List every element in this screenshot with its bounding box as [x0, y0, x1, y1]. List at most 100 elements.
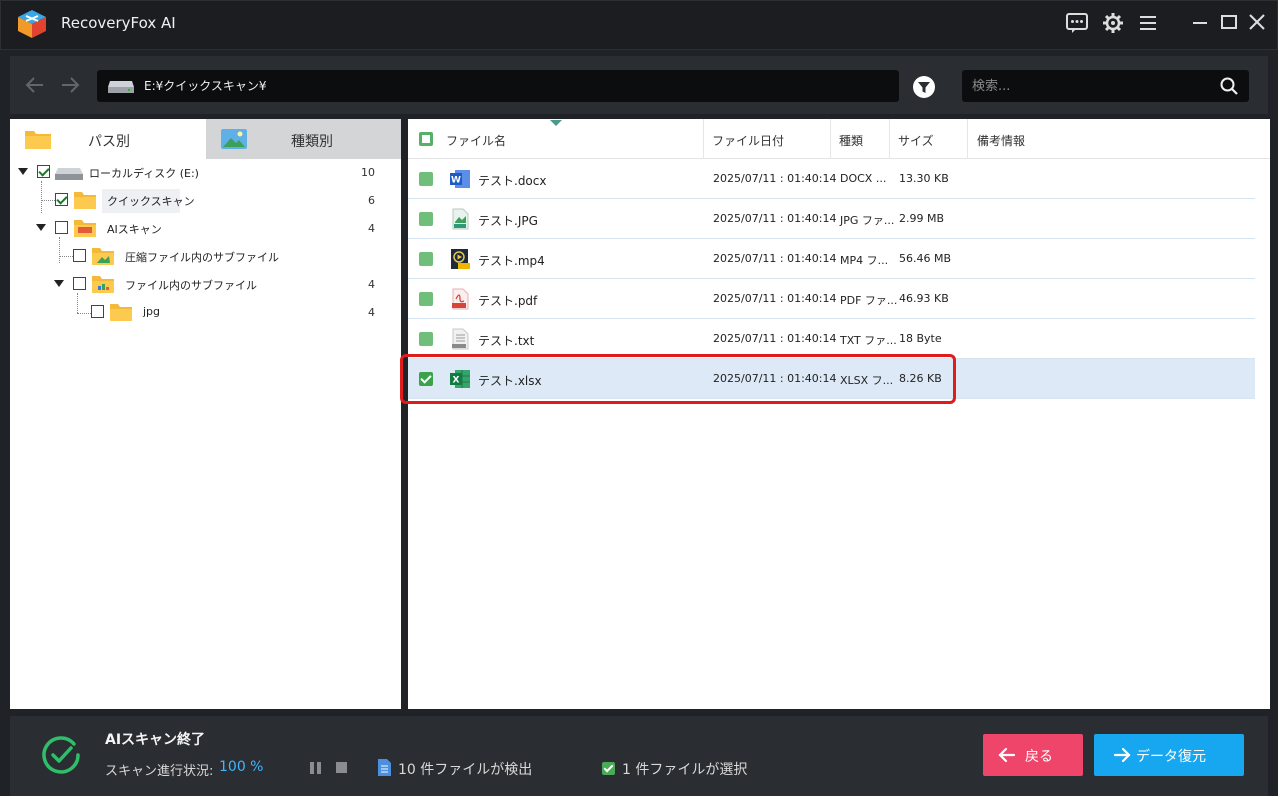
file-type: MP4 フ... [840, 254, 889, 267]
checkbox[interactable] [55, 193, 68, 206]
col-note[interactable]: 備考情報 [977, 132, 1025, 149]
expand-caret-icon[interactable] [18, 168, 28, 175]
stop-icon[interactable] [336, 762, 347, 773]
table-row[interactable]: テスト.pdf 2025/07/11 : 01:40:14 PDF ファ... … [408, 279, 1255, 319]
tree-item-jpg[interactable]: jpg 4 [10, 300, 401, 324]
search-input[interactable] [972, 76, 1212, 96]
svg-text:W: W [451, 176, 461, 186]
feedback-icon[interactable] [1064, 10, 1090, 36]
file-date: 2025/07/11 : 01:40:14 [713, 252, 837, 265]
search-box[interactable] [962, 70, 1249, 102]
file-name: テスト.mp4 [478, 254, 545, 268]
file-type: JPG ファ... [840, 214, 895, 227]
forward-arrow-icon[interactable] [57, 72, 83, 98]
file-size: 8.26 KB [899, 372, 942, 385]
tab-by-type[interactable]: 種類別 [206, 119, 401, 159]
file-date: 2025/07/11 : 01:40:14 [713, 172, 837, 185]
file-size: 13.30 KB [899, 172, 949, 185]
selected-count: 1 件ファイルが選択 [622, 762, 748, 778]
txt-icon [452, 328, 469, 350]
tree-label: ファイル内のサブファイル [125, 279, 257, 292]
checkbox[interactable] [73, 249, 86, 262]
file-list-panel: ファイル名 ファイル日付 種類 サイズ 備考情報 W テスト.docx 2025… [408, 119, 1270, 709]
checkbox[interactable] [55, 221, 68, 234]
file-type: PDF ファ... [840, 294, 898, 307]
row-checkbox[interactable] [419, 292, 433, 306]
left-panel: パス別 種類別 ローカルディスク (E:) 10 クイックスキャン 6 AIスキ… [10, 119, 401, 709]
col-date[interactable]: ファイル日付 [712, 132, 784, 149]
menu-icon[interactable] [1135, 10, 1161, 36]
tree-label: AIスキャン [107, 223, 162, 236]
tree-item-archive-subfiles[interactable]: 圧縮ファイル内のサブファイル [10, 244, 401, 268]
expand-caret-icon[interactable] [36, 224, 46, 231]
checkbox[interactable] [73, 277, 86, 290]
selected-check-icon [602, 762, 615, 775]
app-logo-icon [18, 10, 46, 38]
found-count: 10 件ファイルが検出 [398, 762, 533, 778]
checkbox[interactable] [37, 165, 50, 178]
pdf-icon [452, 288, 469, 310]
file-name: テスト.txt [478, 334, 535, 348]
tree-label: 圧縮ファイル内のサブファイル [125, 251, 279, 264]
row-checkbox[interactable] [419, 252, 433, 266]
row-checkbox[interactable] [419, 332, 433, 346]
close-icon[interactable] [1244, 10, 1270, 36]
recover-button-label: データ復元 [1136, 749, 1206, 765]
current-path: E:¥クイックスキャン¥ [144, 79, 267, 93]
drive-icon [108, 81, 134, 93]
checkbox[interactable] [91, 305, 104, 318]
pause-icon[interactable] [309, 762, 323, 774]
filter-icon[interactable] [912, 75, 936, 99]
col-type[interactable]: 種類 [839, 132, 863, 149]
tab-by-path[interactable]: パス別 [10, 119, 206, 159]
tree-item-file-subfiles[interactable]: ファイル内のサブファイル 4 [10, 272, 401, 296]
svg-text:X: X [453, 376, 460, 386]
tree-count: 4 [368, 278, 375, 291]
scan-complete-icon [42, 736, 80, 774]
back-arrow-icon[interactable] [22, 72, 48, 98]
file-type: TXT ファ... [840, 334, 897, 347]
tree-item-quick-scan[interactable]: クイックスキャン 6 [10, 188, 401, 212]
status-title: AIスキャン終了 [105, 732, 206, 748]
status-bar: AIスキャン終了 スキャン進行状況: 100 % 10 件ファイルが検出 1 件… [10, 716, 1268, 796]
folder-icon [110, 304, 132, 321]
maximize-icon[interactable] [1216, 10, 1242, 36]
folder-icon [25, 131, 51, 149]
table-row[interactable]: テスト.mp4 2025/07/11 : 01:40:14 MP4 フ... 5… [408, 239, 1255, 279]
mp4-icon [451, 249, 470, 269]
col-size[interactable]: サイズ [898, 132, 934, 149]
tree-item-ai-scan[interactable]: AIスキャン 4 [10, 216, 401, 240]
row-checkbox[interactable] [419, 212, 433, 226]
recover-button[interactable]: データ復元 [1094, 734, 1244, 776]
drive-icon [55, 168, 83, 180]
col-name[interactable]: ファイル名 [446, 132, 506, 149]
path-field[interactable]: E:¥クイックスキャン¥ [97, 70, 899, 102]
expand-caret-icon[interactable] [54, 280, 64, 287]
row-checkbox[interactable] [419, 172, 433, 186]
back-button[interactable]: 戻る [983, 734, 1083, 776]
tree-item-local-disk[interactable]: ローカルディスク (E:) 10 [10, 160, 401, 184]
tree-count: 4 [368, 306, 375, 319]
arrow-left-icon [998, 747, 1016, 763]
search-icon[interactable] [1218, 75, 1240, 97]
settings-gear-icon[interactable] [1100, 10, 1126, 36]
title-bar: RecoveryFox AI [0, 0, 1278, 50]
table-row[interactable]: テスト.JPG 2025/07/11 : 01:40:14 JPG ファ... … [408, 199, 1255, 239]
select-all-checkbox[interactable] [419, 132, 433, 146]
row-checkbox[interactable] [419, 372, 433, 386]
progress-label: スキャン進行状況: [105, 764, 214, 779]
file-date: 2025/07/11 : 01:40:14 [713, 332, 837, 345]
minimize-icon[interactable] [1187, 10, 1213, 36]
ai-folder-icon [74, 220, 96, 237]
file-size: 46.93 KB [899, 292, 949, 305]
sort-indicator-icon [550, 120, 562, 126]
table-row[interactable]: W テスト.docx 2025/07/11 : 01:40:14 DOCX ..… [408, 159, 1255, 199]
word-icon: W [450, 170, 470, 188]
table-row[interactable]: テスト.txt 2025/07/11 : 01:40:14 TXT ファ... … [408, 319, 1255, 359]
excel-icon: X [450, 370, 470, 388]
file-name: テスト.docx [478, 174, 547, 188]
jpg-icon [452, 208, 469, 230]
progress-value: 100 % [219, 759, 264, 775]
image-folder-icon [92, 248, 114, 265]
table-row-selected[interactable]: X テスト.xlsx 2025/07/11 : 01:40:14 XLSX フ.… [408, 359, 1255, 399]
